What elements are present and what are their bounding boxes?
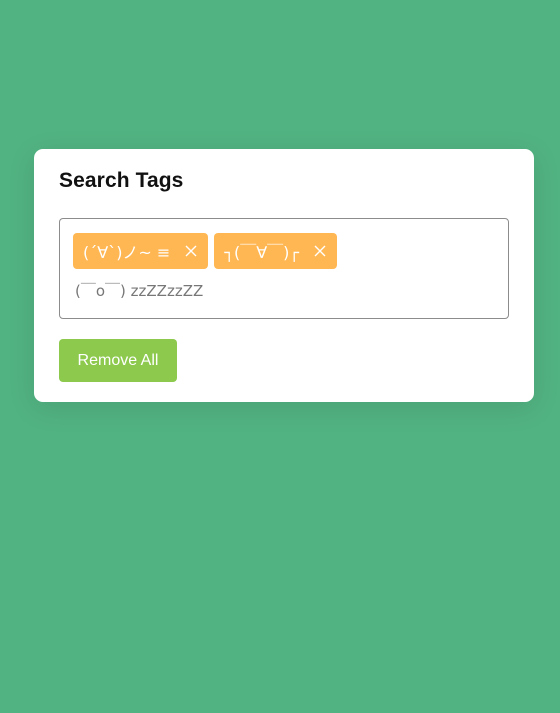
tag-label: ┐(￣∀￣)┌ [224,243,300,262]
tag-text-input[interactable] [75,277,495,305]
search-tags-card: Search Tags (´∀`)ノ~ ≡ ┐(￣∀￣)┌ (￣o￣) zzZZ… [34,149,534,402]
tag-chip: ┐(￣∀￣)┌ [214,233,338,269]
tag-chip: (´∀`)ノ~ ≡ [73,233,209,269]
close-icon[interactable] [311,242,329,260]
tag-label: (´∀`)ノ~ ≡ [83,243,171,262]
tag-list: (´∀`)ノ~ ≡ ┐(￣∀￣)┌ [73,233,338,269]
card-title: Search Tags [59,169,184,192]
remove-all-button[interactable]: Remove All [59,339,177,382]
tag-input-box[interactable]: (´∀`)ノ~ ≡ ┐(￣∀￣)┌ [59,218,509,319]
close-icon[interactable] [182,242,200,260]
